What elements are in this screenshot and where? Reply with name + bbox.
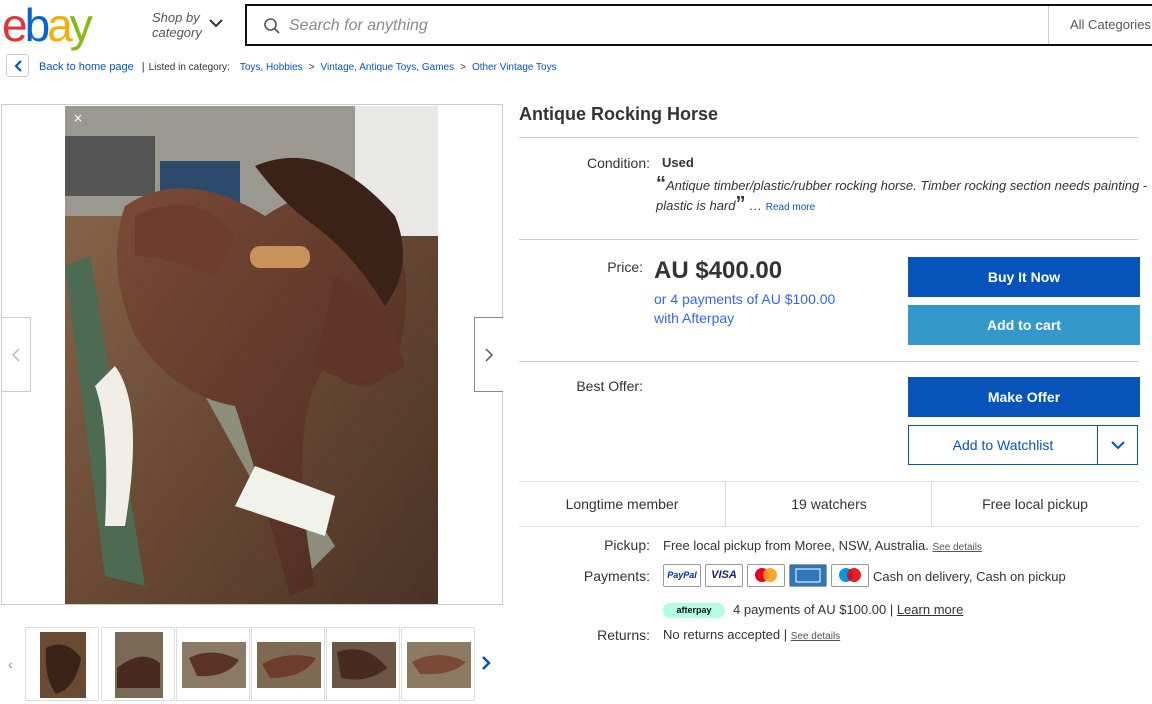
logo-letter-y: y: [69, 0, 93, 51]
breadcrumb-separator: >: [460, 62, 466, 73]
logo-letter-e: e: [2, 0, 28, 51]
search-icon: [264, 18, 280, 34]
condition-description-text: Antique timber/plastic/rubber rocking ho…: [656, 178, 1148, 213]
visa-icon: VISA: [705, 564, 743, 587]
next-image-button[interactable]: [474, 317, 503, 392]
divider: [519, 239, 1138, 240]
search-bar: All Categories: [245, 4, 1152, 46]
divider: [519, 361, 1138, 362]
condition-description: “Antique timber/plastic/rubber rocking h…: [656, 173, 1148, 215]
pickup-see-details-link[interactable]: See details: [933, 542, 982, 553]
breadcrumb-link-vintage-toys[interactable]: Vintage, Antique Toys, Games: [320, 62, 454, 73]
shop-by-category-button[interactable]: Shop by category: [152, 10, 202, 40]
thumbnail-next-icon[interactable]: [481, 655, 491, 671]
pickup-label: Pickup:: [604, 537, 650, 553]
thumbnail-image: [182, 642, 246, 688]
condition-value: Used: [662, 155, 694, 170]
logo-letter-b: b: [24, 0, 51, 51]
learn-more-link[interactable]: Learn more: [897, 602, 963, 617]
back-to-home-link[interactable]: Back to home page: [39, 61, 134, 73]
chevron-right-icon: [485, 348, 494, 362]
mastercard-icon: [747, 564, 785, 587]
amex-icon: [789, 564, 827, 587]
divider: [519, 137, 1138, 138]
breadcrumb: Back to home page | Listed in category: Toy…: [39, 61, 557, 73]
close-quote: ”: [735, 193, 746, 215]
returns-see-details-link[interactable]: See details: [791, 631, 840, 642]
thumbnail-image: [40, 632, 86, 698]
chevron-left-icon: [11, 348, 20, 362]
watchlist-dropdown-button[interactable]: [1097, 425, 1138, 465]
thumbnail-4[interactable]: [251, 627, 325, 701]
shop-by-label: Shop by: [152, 10, 200, 25]
breadcrumb-divider: |: [141, 61, 145, 73]
rocking-horse-photo: ×: [65, 106, 438, 604]
breadcrumb-separator: >: [308, 62, 315, 73]
image-viewer: ×: [1, 104, 503, 605]
category-label: category: [152, 25, 202, 40]
chevron-down-icon[interactable]: [209, 18, 223, 28]
returns-text: No returns accepted: [663, 627, 781, 642]
thumbnail-prev-icon[interactable]: ‹: [8, 656, 13, 672]
thumbnail-3[interactable]: [176, 627, 250, 701]
condition-label: Condition:: [586, 155, 650, 171]
afterpay-badge: afterpay: [663, 603, 725, 618]
search-input[interactable]: [289, 14, 989, 38]
make-offer-button[interactable]: Make Offer: [908, 377, 1140, 417]
stat-watchers: 19 watchers: [791, 496, 867, 512]
breadcrumb-link-toys-hobbies[interactable]: Toys, Hobbies: [240, 62, 303, 73]
main-product-photo[interactable]: ×: [65, 106, 438, 604]
open-quote: “: [656, 173, 666, 195]
all-categories-select[interactable]: All Categories: [1048, 6, 1152, 44]
add-to-cart-button[interactable]: Add to cart: [908, 305, 1140, 345]
thumbnail-5[interactable]: [326, 627, 400, 701]
logo-letter-a: a: [47, 0, 73, 51]
best-offer-label: Best Offer:: [576, 378, 643, 394]
pickup-value: Free local pickup from Moree, NSW, Austr…: [663, 538, 982, 553]
afterpay-installments-text: 4 payments of AU $100.00: [733, 602, 887, 617]
paypal-icon: PayPal: [663, 564, 701, 587]
thumbnail-6[interactable]: [401, 627, 475, 701]
afterpay-offer[interactable]: or 4 payments of AU $100.00 with Afterpa…: [654, 290, 884, 328]
thumbnail-image: [332, 642, 396, 688]
afterpay-installments: 4 payments of AU $100.00 | Learn more: [733, 602, 964, 617]
thumbnail-image: [115, 632, 163, 698]
thumbnail-image: [257, 642, 321, 688]
pickup-text: Free local pickup from Moree, NSW, Austr…: [663, 538, 929, 553]
stat-free-pickup: Free local pickup: [982, 496, 1088, 512]
seller-stats: Longtime member 19 watchers Free local p…: [519, 481, 1139, 527]
returns-value: No returns accepted | See details: [663, 627, 841, 642]
buy-it-now-button[interactable]: Buy It Now: [908, 257, 1140, 297]
payments-extra: Cash on delivery, Cash on pickup: [873, 569, 1066, 584]
price-label: Price:: [607, 259, 643, 275]
ebay-logo[interactable]: ebay: [2, 0, 93, 51]
afterpay-line-2: with Afterpay: [654, 310, 735, 326]
add-to-watchlist-button[interactable]: Add to Watchlist: [908, 425, 1098, 465]
listed-in-label: Listed in category:: [148, 62, 230, 73]
price-value: AU $400.00: [654, 257, 783, 284]
thumbnail-2[interactable]: [101, 627, 175, 701]
afterpay-line-1: or 4 payments of AU $100.00: [654, 291, 836, 307]
item-title: Antique Rocking Horse: [519, 104, 719, 124]
breadcrumb-link-other-vintage-toys[interactable]: Other Vintage Toys: [472, 62, 557, 73]
chevron-down-icon: [1111, 441, 1125, 450]
stat-longtime-member: Longtime member: [565, 496, 679, 512]
chevron-left-icon: [14, 60, 22, 72]
read-more-link[interactable]: Read more: [766, 202, 815, 213]
thumbnail-1[interactable]: [25, 627, 99, 701]
previous-image-button[interactable]: [2, 317, 31, 392]
maestro-icon: [831, 564, 869, 587]
svg-text:×: ×: [73, 111, 83, 125]
back-button[interactable]: [6, 54, 29, 77]
payments-label: Payments:: [583, 568, 650, 584]
returns-label: Returns:: [597, 627, 650, 643]
thumbnail-image: [407, 642, 471, 688]
